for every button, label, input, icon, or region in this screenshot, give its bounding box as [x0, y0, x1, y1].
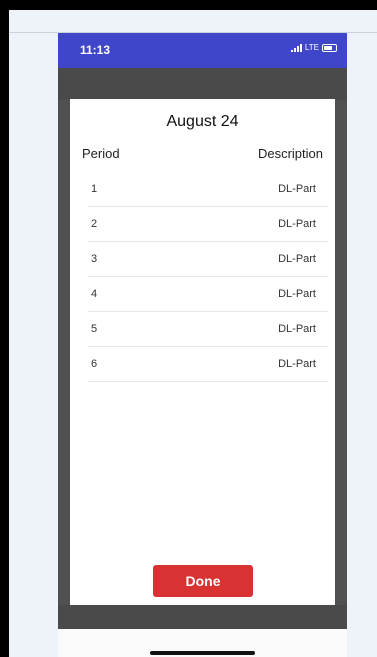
period-number: 3	[91, 253, 98, 265]
status-bar: 11:13 LTE	[58, 33, 347, 68]
window-left-edge	[0, 0, 9, 657]
home-indicator[interactable]	[150, 651, 255, 655]
done-button[interactable]: Done	[153, 565, 253, 597]
phone-screen: 11:13 LTE August 24 Period Description 1…	[58, 33, 347, 657]
period-description: DL-Part	[278, 253, 316, 265]
modal-backdrop[interactable]	[58, 68, 347, 100]
period-number: 5	[91, 323, 98, 335]
list-item: 5 DL-Part	[88, 312, 328, 347]
list-item: 1 DL-Part	[88, 172, 328, 207]
battery-icon	[322, 43, 337, 52]
modal-title: August 24	[166, 113, 239, 130]
period-number: 6	[91, 358, 98, 370]
period-list: 1 DL-Part 2 DL-Part 3 DL-Part 4 DL-Part …	[88, 172, 328, 382]
list-item: 3 DL-Part	[88, 242, 328, 277]
modal-backdrop-bottom[interactable]	[58, 605, 347, 629]
period-description: DL-Part	[278, 288, 316, 300]
period-description: DL-Part	[278, 183, 316, 195]
period-description: DL-Part	[278, 358, 316, 370]
description-column-header: Description	[257, 146, 323, 161]
window-top-edge	[0, 0, 377, 10]
status-indicators: LTE	[290, 43, 337, 52]
schedule-modal: August 24 Period Description 1 DL-Part 2…	[70, 99, 335, 605]
period-description: DL-Part	[278, 218, 316, 230]
list-item: 6 DL-Part	[88, 347, 328, 382]
list-item: 4 DL-Part	[88, 277, 328, 312]
network-label: LTE	[304, 43, 319, 52]
period-number: 4	[91, 288, 98, 300]
period-column-header: Period	[82, 146, 120, 161]
period-description: DL-Part	[278, 323, 316, 335]
list-item: 2 DL-Part	[88, 207, 328, 242]
status-time: 11:13	[80, 43, 111, 57]
period-number: 1	[91, 183, 98, 195]
period-number: 2	[91, 218, 98, 230]
signal-icon	[290, 43, 302, 52]
